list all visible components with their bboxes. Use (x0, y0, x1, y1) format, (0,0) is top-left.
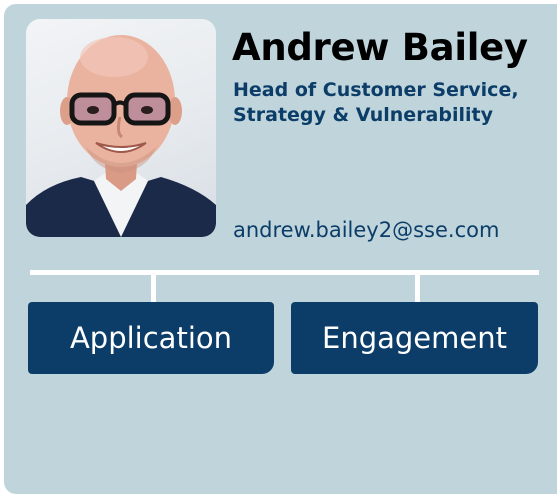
job-title: Head of Customer Service, Strategy & Vul… (233, 78, 519, 128)
profile-card: Andrew Bailey Head of Customer Service, … (4, 4, 557, 494)
engagement-button[interactable]: Engagement (291, 302, 538, 374)
connector-right (415, 274, 420, 303)
connector-horizontal (30, 270, 539, 275)
email-link[interactable]: andrew.bailey2@sse.com (233, 216, 499, 244)
job-title-line-2: Strategy & Vulnerability (233, 104, 493, 126)
job-title-line-1: Head of Customer Service, (233, 79, 519, 101)
application-button[interactable]: Application (28, 302, 274, 374)
profile-name: Andrew Bailey (232, 26, 528, 69)
connector-left (151, 274, 156, 303)
profile-photo (26, 19, 216, 237)
